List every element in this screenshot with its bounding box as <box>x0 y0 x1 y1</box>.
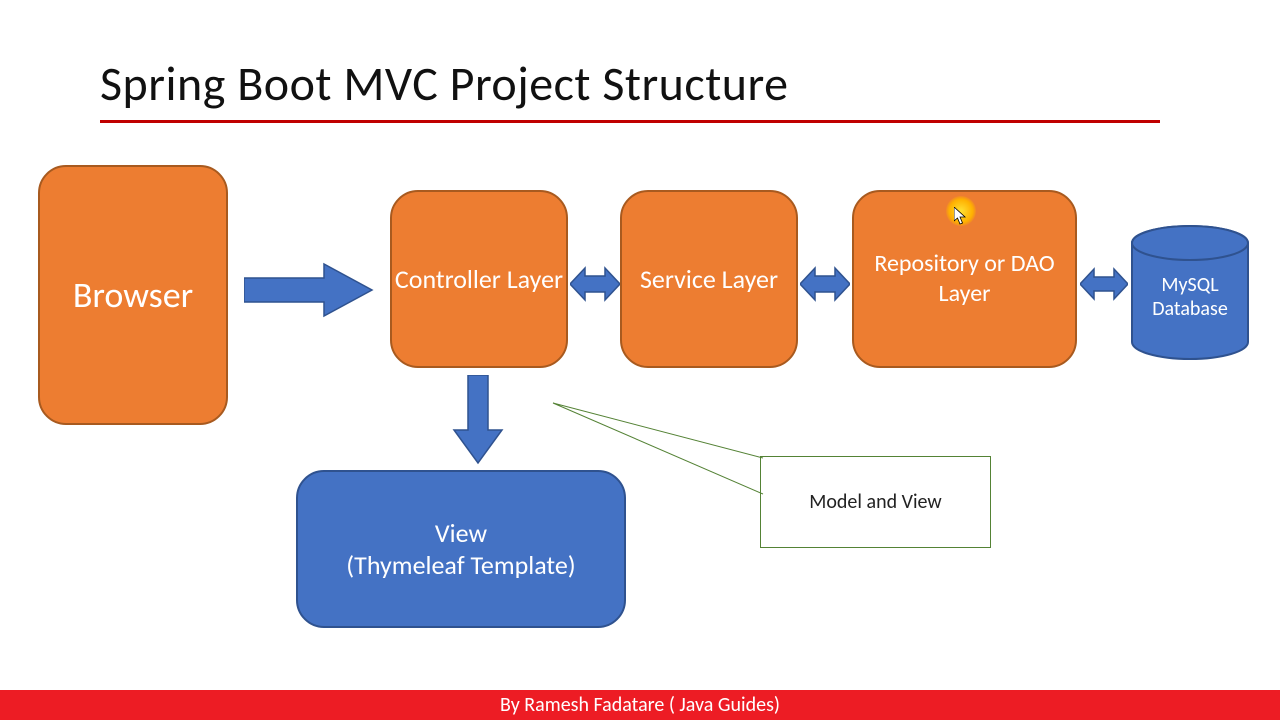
node-view-label: View (Thymeleaf Template) <box>346 517 575 582</box>
node-service: Service Layer <box>620 190 798 368</box>
arrow-browser-to-controller <box>244 260 374 320</box>
callout-label: Model and View <box>809 490 941 514</box>
diagram-title: Spring Boot MVC Project Structure <box>100 54 788 113</box>
node-browser: Browser <box>38 165 228 425</box>
arrow-controller-service <box>570 262 620 306</box>
arrow-service-repository <box>800 262 850 306</box>
node-database: MySQL Database <box>1130 225 1250 360</box>
footer-credit: By Ramesh Fadatare ( Java Guides) <box>0 690 1280 720</box>
node-controller: Controller Layer <box>390 190 568 368</box>
node-view: View (Thymeleaf Template) <box>296 470 626 628</box>
arrow-repository-database <box>1080 264 1128 304</box>
node-repository: Repository or DAO Layer <box>852 190 1077 368</box>
callout-model-and-view: Model and View <box>760 456 991 548</box>
node-database-label: MySQL Database <box>1130 273 1250 321</box>
title-underline <box>100 120 1160 123</box>
arrow-controller-to-view <box>450 375 506 465</box>
